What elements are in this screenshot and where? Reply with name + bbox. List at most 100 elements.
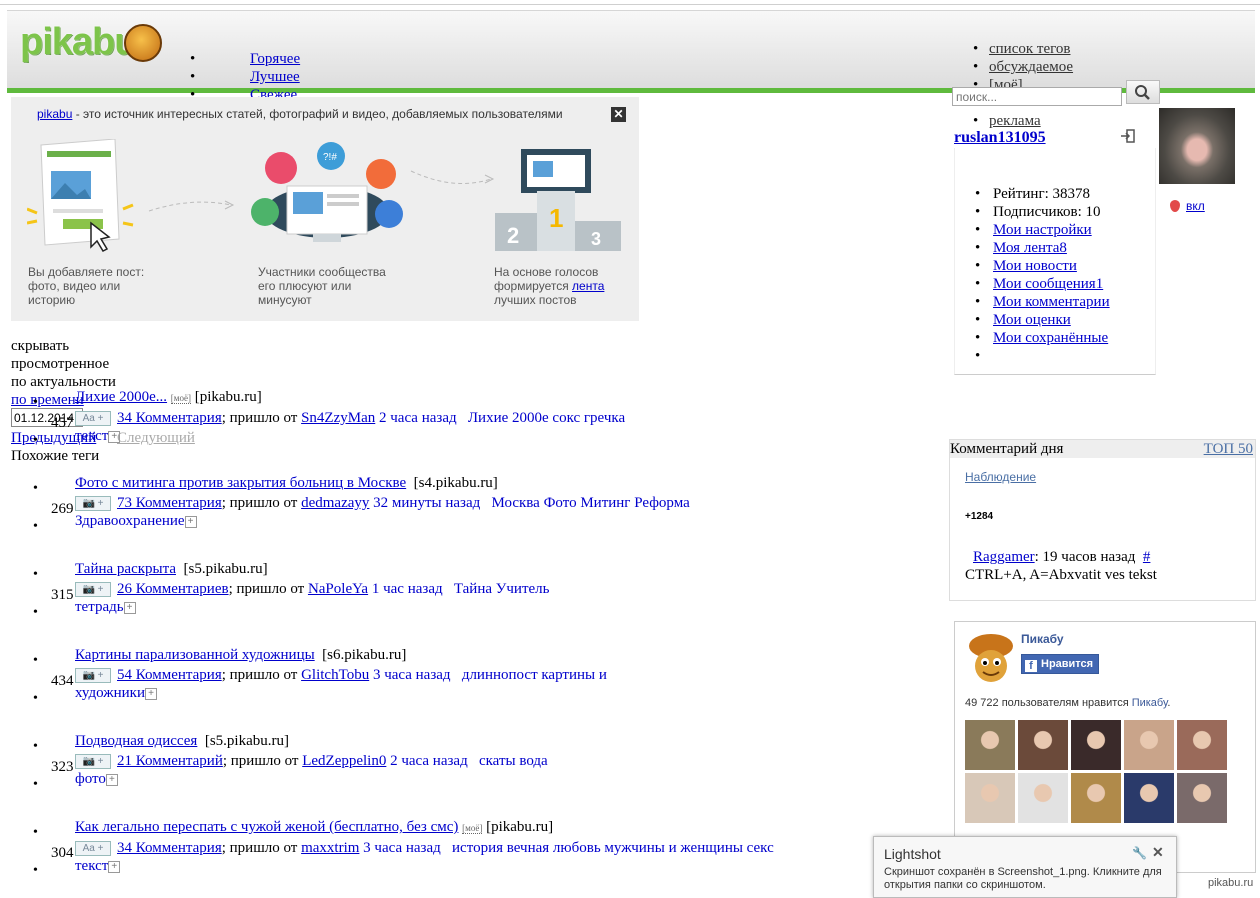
pikabu-logo[interactable]: pikabu — [20, 22, 137, 62]
post-comments-link[interactable]: 34 Комментария — [117, 840, 222, 856]
expand-tags-icon[interactable]: + — [144, 688, 157, 700]
post-tags[interactable]: текст — [75, 428, 108, 444]
post-mine-tag[interactable]: [моё] — [462, 823, 483, 834]
logout-icon[interactable] — [1120, 128, 1136, 144]
expand-tags-icon[interactable]: + — [108, 431, 121, 443]
post-title-link[interactable]: Тайна раскрыта — [75, 561, 176, 577]
post-type-icon[interactable]: Aa + — [75, 841, 111, 856]
fb-fan-avatar[interactable] — [965, 720, 1015, 770]
nav-ads[interactable]: реклама — [989, 113, 1041, 129]
arrow-icon — [410, 170, 495, 184]
promo-site-link[interactable]: pikabu — [37, 107, 72, 121]
post-type-icon[interactable]: 📷 + — [75, 496, 111, 511]
expand-tags-icon[interactable]: + — [123, 602, 136, 614]
post-tags[interactable]: Тайна Учитель — [454, 581, 550, 597]
post-title-link[interactable]: Подводная одиссея — [75, 733, 197, 749]
post-tags[interactable]: Москва Фото Митинг Реформа — [492, 495, 690, 511]
nav-best[interactable]: Лучшее — [250, 69, 300, 85]
top50-link[interactable]: ТОП 50 — [1204, 440, 1253, 458]
fb-fan-avatar[interactable] — [1018, 720, 1068, 770]
fb-fan-avatar[interactable] — [1177, 720, 1227, 770]
post-tags[interactable]: Лихие 2000е сокс гречка — [468, 410, 625, 426]
post-mine-tag[interactable]: [моё] — [170, 393, 191, 404]
post-type-icon[interactable]: Aa + — [75, 411, 111, 426]
post-tags[interactable]: Здравоохранение — [75, 513, 185, 529]
post-comments-link[interactable]: 26 Комментариев — [117, 581, 229, 597]
post-title-link[interactable]: Лихие 2000е... — [75, 389, 167, 405]
nav-hot[interactable]: Горячее — [250, 51, 300, 67]
post-author-link[interactable]: LedZeppelin0 — [302, 753, 386, 769]
post-tags[interactable]: скаты вода — [479, 753, 548, 769]
post-tags[interactable]: художники — [75, 685, 145, 701]
post-domain: [s4.pikabu.ru] — [413, 475, 498, 491]
comment-score: +1284 — [965, 511, 994, 522]
cupcake-logo-icon[interactable] — [124, 24, 162, 62]
post-tags[interactable]: текст — [75, 858, 108, 874]
fb-fan-avatar[interactable] — [1071, 773, 1121, 823]
expand-tags-icon[interactable]: + — [105, 774, 118, 786]
fb-fan-avatar[interactable] — [1124, 773, 1174, 823]
post-title-row: Подводная одиссея [s5.pikabu.ru] — [75, 731, 548, 751]
search-input[interactable] — [952, 87, 1122, 106]
fb-like-count: 49 722 пользователям нравится Пикабу. — [965, 697, 1171, 709]
sort-by-time[interactable]: по времени — [11, 392, 84, 408]
post-tags[interactable]: история вечная любовь мужчины и женщины … — [452, 840, 774, 856]
hide-viewed-toggle[interactable]: скрывать — [11, 337, 116, 355]
post-title-link[interactable]: Как легально переспать с чужой женой (бе… — [75, 819, 458, 835]
close-icon: ✕ — [613, 107, 624, 121]
fb-page-link[interactable]: Пикабу — [1132, 697, 1168, 709]
svg-text:?!#: ?!# — [323, 152, 337, 163]
avatar[interactable] — [1159, 108, 1235, 184]
profile-messages-link[interactable]: Мои сообщения1 — [993, 276, 1103, 292]
close-promo-button[interactable]: ✕ — [611, 107, 626, 122]
profile-feed-link[interactable]: Моя лента8 — [993, 240, 1067, 256]
main-nav: Горячее Лучшее Свежее — [190, 50, 300, 104]
post-tags[interactable]: фото — [75, 771, 106, 787]
strawberry-toggle[interactable]: вкл — [1170, 199, 1205, 213]
lightshot-notification[interactable]: Lightshot 🔧 ✕ Скриншот сохранён в Screen… — [873, 836, 1177, 898]
comment-post-link[interactable]: Наблюдение — [965, 470, 1036, 484]
username-link[interactable]: ruslan131095 — [954, 129, 1046, 147]
profile-news-link[interactable]: Мои новости — [993, 258, 1077, 274]
post-time: 1 час назад — [371, 581, 443, 597]
post-author-link[interactable]: maxxtrim — [301, 840, 359, 856]
fb-fan-avatar[interactable] — [1018, 773, 1068, 823]
promo-feed-link[interactable]: лента — [572, 279, 604, 293]
post-author-link[interactable]: NaPoleYa — [308, 581, 368, 597]
nav-tag-list[interactable]: список тегов — [989, 41, 1070, 57]
profile-ratings-link[interactable]: Мои оценки — [993, 312, 1071, 328]
fb-fan-avatar[interactable] — [1124, 720, 1174, 770]
post-tags[interactable]: тетрадь — [75, 599, 124, 615]
expand-tags-icon[interactable]: + — [184, 516, 197, 528]
profile-saved-link[interactable]: Мои сохранённые — [993, 330, 1108, 346]
post-title-row: Тайна раскрыта [s5.pikabu.ru] — [75, 559, 550, 579]
comment-author-link[interactable]: Raggamer — [973, 549, 1035, 565]
post-type-icon[interactable]: 📷 + — [75, 582, 111, 597]
post-title-link[interactable]: Фото с митинга против закрытия больниц в… — [75, 475, 406, 491]
post-comments-link[interactable]: 54 Комментария — [117, 667, 222, 683]
comment-permalink[interactable]: # — [1143, 549, 1151, 565]
post-comments-link[interactable]: 21 Комментарий — [117, 753, 223, 769]
post-tags[interactable]: длиннопост картины и — [462, 667, 607, 683]
wrench-icon[interactable]: 🔧 — [1132, 846, 1147, 860]
post-type-icon[interactable]: 📷 + — [75, 754, 111, 769]
fb-like-button[interactable]: f Нравится — [1021, 654, 1099, 674]
post-author-link[interactable]: Sn4ZzyMan — [301, 410, 375, 426]
nav-discussed[interactable]: обсуждаемое — [989, 59, 1073, 75]
post-author-link[interactable]: dedmazayy — [301, 495, 369, 511]
fb-fan-avatar[interactable] — [1177, 773, 1227, 823]
post-author-link[interactable]: GlitchTobu — [301, 667, 369, 683]
strawberry-toggle-link[interactable]: вкл — [1186, 199, 1205, 213]
expand-tags-icon[interactable]: + — [108, 861, 121, 873]
search-button[interactable] — [1126, 80, 1160, 104]
fb-fan-avatar[interactable] — [1071, 720, 1121, 770]
post-comments-link[interactable]: 73 Комментария — [117, 495, 222, 511]
fb-page-name[interactable]: Пикабу — [1021, 632, 1064, 646]
profile-comments-link[interactable]: Мои комментарии — [993, 294, 1110, 310]
fb-fan-avatar[interactable] — [965, 773, 1015, 823]
close-icon[interactable]: ✕ — [1152, 844, 1164, 861]
profile-settings-link[interactable]: Мои настройки — [993, 222, 1092, 238]
post-comments-link[interactable]: 34 Комментария — [117, 410, 222, 426]
post-title-link[interactable]: Картины парализованной художницы — [75, 647, 315, 663]
post-type-icon[interactable]: 📷 + — [75, 668, 111, 683]
